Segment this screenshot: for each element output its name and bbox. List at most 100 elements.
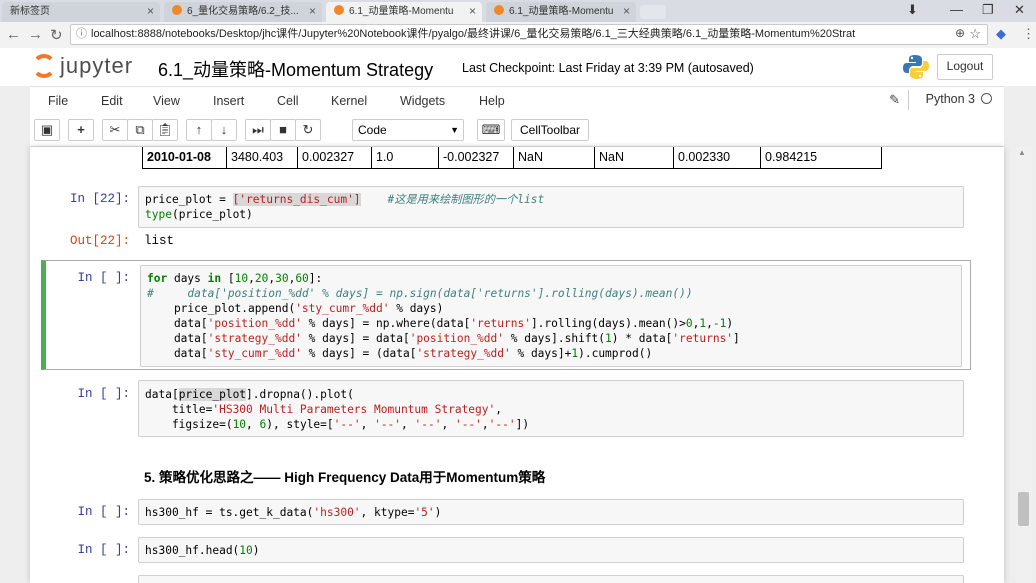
table-cell: 0.984215 (760, 147, 882, 169)
markdown-heading: 5. 策略优化思路之—— High Frequency Data用于Moment… (144, 470, 546, 485)
menu-help[interactable]: Help (479, 94, 505, 108)
browser-tab-2[interactable]: 6_量化交易策略/6.2_技... × (164, 2, 322, 22)
minimize-icon[interactable]: — (950, 2, 963, 17)
tab-label: 6_量化交易策略/6.2_技... (187, 6, 299, 17)
menu-view[interactable]: View (153, 94, 180, 108)
code-cell-input[interactable]: for days in [10,20,30,60]: # data['posit… (140, 265, 962, 367)
code-line: data['strategy_%dd' % days] = data['posi… (147, 332, 740, 345)
close-icon[interactable]: × (309, 2, 316, 21)
jupyter-header: jupyter 6.1_动量策略-Momentum Strategy Last … (0, 48, 1036, 86)
menu-edit[interactable]: Edit (101, 94, 123, 108)
code-line: data['sty_cumr_%dd' % days] = (data['str… (147, 347, 653, 360)
paste-button[interactable]: 📋︎ (152, 119, 178, 141)
zoom-icon[interactable]: ⊕ (955, 25, 965, 43)
code-line: for days in [10,20,30,60]: (147, 272, 323, 285)
menu-widgets[interactable]: Widgets (400, 94, 445, 108)
table-cell: NaN (594, 147, 674, 169)
code-line: title='HS300 Multi Parameters Momuntum S… (145, 403, 502, 416)
jupyter-logo-text[interactable]: jupyter (60, 53, 133, 79)
tab-label: 新标签页 (10, 6, 50, 17)
output-prompt: Out[22]: (69, 234, 130, 248)
code-line: data['position_%dd' % days] = np.where(d… (147, 317, 734, 330)
new-tab-button[interactable] (640, 5, 666, 19)
logout-button[interactable]: Logout (937, 54, 993, 80)
browser-tab-3[interactable]: 6.1_动量策略-Momentu × (326, 2, 482, 22)
back-icon[interactable]: ← (6, 26, 21, 43)
input-prompt: In [22]: (69, 192, 130, 206)
chevron-down-icon: ▼ (450, 125, 459, 135)
cell-type-select[interactable]: Code ▼ (352, 119, 464, 141)
table-cell: 0.002327 (297, 147, 372, 169)
close-icon[interactable]: × (623, 2, 630, 21)
divider (908, 90, 909, 110)
code-line: data[price_plot].dropna().plot( (145, 388, 354, 401)
kernel-name: Python 3 (925, 92, 975, 106)
code-line: price_plot.append('sty_cumr_%dd' % days) (147, 302, 444, 315)
move-down-button[interactable]: ↓ (211, 119, 237, 141)
insert-cell-button[interactable]: + (68, 119, 94, 141)
close-icon[interactable]: × (147, 2, 154, 21)
maximize-icon[interactable]: ❐ (982, 2, 994, 18)
restart-button[interactable]: ↻ (295, 119, 321, 141)
code-line: price_plot = ['returns_dis_cum'] #这是用来绘制… (145, 193, 545, 206)
menu-cell[interactable]: Cell (277, 94, 299, 108)
table-cell: NaN (513, 147, 595, 169)
menu-kernel[interactable]: Kernel (331, 94, 367, 108)
cell-output: list (144, 234, 175, 248)
table-cell: 3480.403 (226, 147, 298, 169)
browser-tab-1[interactable]: 新标签页 × (2, 2, 160, 22)
code-line: hs300_hf.head(10) (145, 544, 260, 557)
profile-icon[interactable]: ⬇ (907, 2, 918, 18)
notebook-toolbar: ▣ + ✂ ⧉ 📋︎ ↑ ↓ ⏭︎ ■ ↻ Code ▼ ⌨ CellToolba… (30, 114, 1004, 147)
bookmark-star-icon[interactable]: ☆ (969, 25, 981, 43)
code-line: type(price_plot) (145, 208, 253, 221)
python-logo-icon (903, 55, 929, 79)
run-button[interactable]: ⏭︎ (245, 119, 271, 141)
celltoolbar-button[interactable]: CellToolbar (511, 119, 590, 141)
forward-icon[interactable]: → (28, 26, 43, 43)
notebook-container: 2010-01-08 3480.403 0.002327 1.0 -0.0023… (30, 147, 1004, 583)
kernel-indicator: Python 3 (926, 92, 992, 106)
reload-icon[interactable]: ↻ (50, 26, 63, 44)
code-line: figsize=(10, 6), style=['--', '--', '--'… (145, 418, 530, 431)
move-up-button[interactable]: ↑ (186, 119, 212, 141)
tab-label: 6.1_动量策略-Momentu (349, 6, 454, 17)
kernel-idle-icon (981, 93, 992, 104)
jupyter-favicon-icon (172, 5, 182, 15)
url-text: localhost:8888/notebooks/Desktop/jhc课件/J… (91, 28, 856, 40)
code-cell-input[interactable] (138, 575, 964, 583)
code-cell-input[interactable]: data[price_plot].dropna().plot( title='H… (138, 380, 964, 437)
checkpoint-status: Last Checkpoint: Last Friday at 3:39 PM … (462, 61, 754, 75)
menu-bar: File Edit View Insert Cell Kernel Widget… (30, 86, 1004, 115)
cut-button[interactable]: ✂ (102, 119, 128, 141)
browser-menu-icon[interactable]: ⋮ (1022, 26, 1035, 42)
copy-button[interactable]: ⧉ (127, 119, 153, 141)
input-prompt: In [ ]: (77, 543, 130, 557)
close-icon[interactable]: × (469, 2, 476, 21)
code-line: # data['position_%dd' % days] = np.sign(… (147, 287, 693, 300)
notebook-title[interactable]: 6.1_动量策略-Momentum Strategy (158, 56, 433, 82)
interrupt-button[interactable]: ■ (270, 119, 296, 141)
info-icon: ⓘ (76, 28, 87, 40)
edit-mode-pencil-icon: ✎ (889, 92, 900, 107)
url-input[interactable]: ⓘ localhost:8888/notebooks/Desktop/jhc课件… (70, 24, 988, 45)
browser-tab-4[interactable]: 6.1_动量策略-Momentu × (486, 2, 636, 22)
menu-insert[interactable]: Insert (213, 94, 244, 108)
code-cell-input[interactable]: hs300_hf = ts.get_k_data('hs300', ktype=… (138, 499, 964, 525)
input-prompt: In [ ]: (77, 387, 130, 401)
close-window-icon[interactable]: ✕ (1014, 2, 1025, 18)
code-cell-input[interactable]: price_plot = ['returns_dis_cum'] #这是用来绘制… (138, 186, 964, 228)
jupyter-favicon-icon (494, 5, 504, 15)
menu-file[interactable]: File (48, 94, 68, 108)
command-palette-button[interactable]: ⌨ (477, 119, 505, 141)
scroll-up-icon[interactable]: ▲ (1018, 148, 1026, 157)
cell-type-value: Code (358, 123, 387, 137)
code-line: hs300_hf = ts.get_k_data('hs300', ktype=… (145, 506, 442, 519)
scrollbar-thumb[interactable] (1018, 492, 1029, 526)
jupyter-logo-icon[interactable] (32, 54, 56, 78)
table-cell: 1.0 (371, 147, 439, 169)
extension-icon[interactable]: ◆ (996, 26, 1006, 42)
code-cell-input[interactable]: hs300_hf.head(10) (138, 537, 964, 563)
save-button[interactable]: ▣ (34, 119, 60, 141)
table-cell: 0.002330 (673, 147, 761, 169)
